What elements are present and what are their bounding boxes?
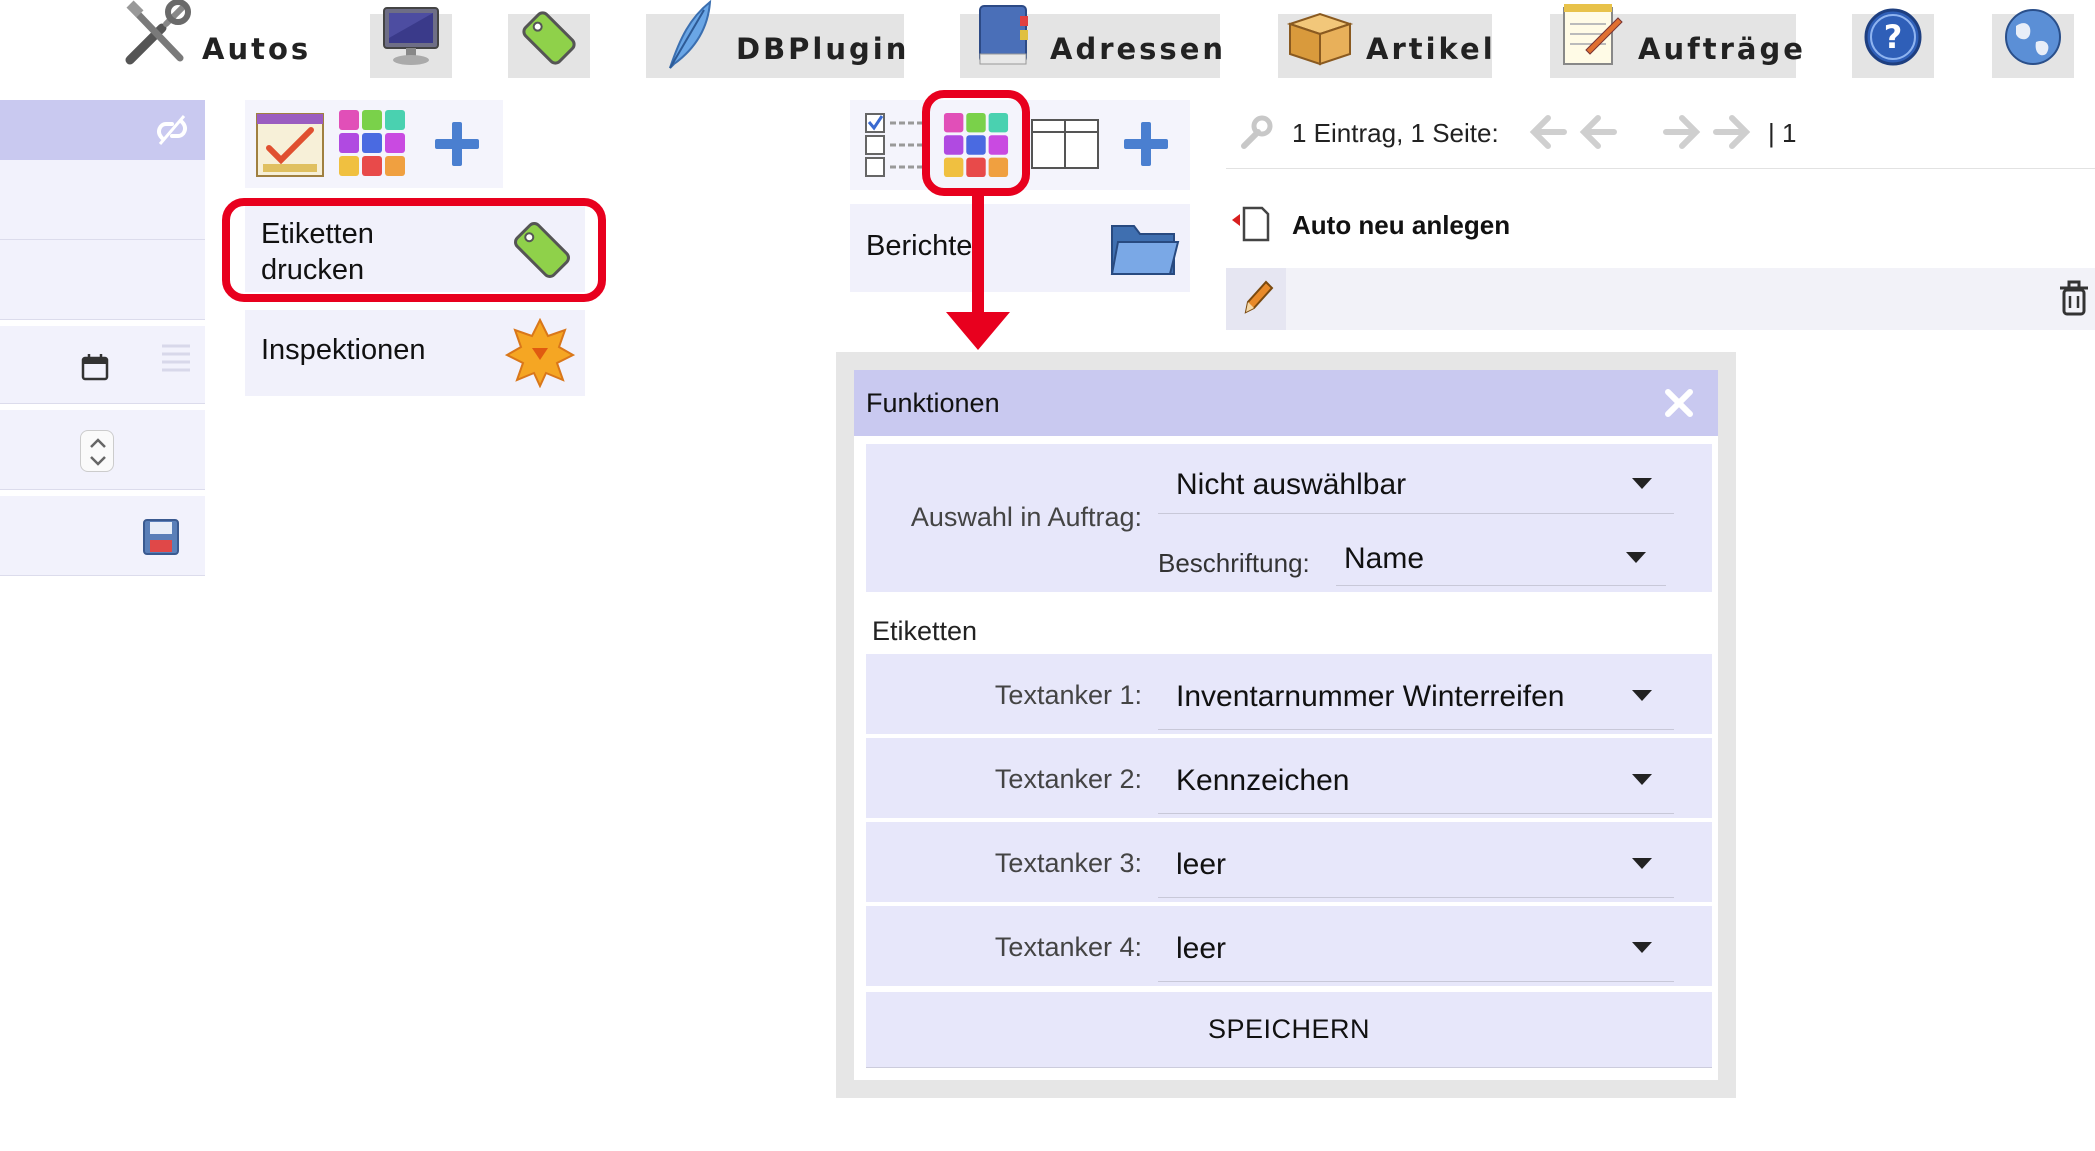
save-button[interactable]: SPEICHERN [866,992,1712,1068]
sidebar-row-3 [0,326,205,404]
chevron-updown-icon [90,438,106,466]
toolbar-dbplugin-button[interactable]: DBPlugin [646,0,906,78]
toolbar-monitor-button[interactable] [370,7,452,78]
trash-icon[interactable] [2058,280,2090,316]
view-switcher-1 [245,100,503,188]
toolbar-adressen-label: Adressen [1050,32,1227,66]
save-icon[interactable] [142,518,180,556]
highlight-etiketten [222,198,606,302]
toolbar-dbplugin-label: DBPlugin [736,32,910,66]
menu-inspektionen-label: Inspektionen [261,334,426,366]
color-grid-icon[interactable] [337,108,407,178]
sidebar-header [0,100,205,160]
section-etiketten: Etiketten [872,616,978,646]
textanker-2-select[interactable]: Kennzeichen [1158,744,1674,814]
menu-item-berichte[interactable]: Berichte [850,204,1190,292]
toolbar-autos-button[interactable]: Autos [118,0,308,80]
beschriftung-select[interactable]: Name [1336,526,1666,586]
address-book-icon [979,5,1028,65]
auswahl-select[interactable]: Nicht auswählbar [1158,452,1674,514]
toolbar-globe-button[interactable] [1992,9,2074,78]
pagination-pages: | 1 [1768,118,1797,148]
first-page-icon[interactable] [1528,114,1568,150]
toolbar-auftraege-label: Aufträge [1638,32,1806,66]
dropdown-caret-icon [1632,690,1652,701]
dropdown-caret-icon [1632,942,1652,953]
menu-item-inspektionen[interactable]: Inspektionen [245,310,585,396]
red-arrow [946,190,1010,350]
dialog-title: Funktionen [866,388,1000,418]
new-record-label: Auto neu anlegen [1292,210,1511,240]
sidebar-row-4 [0,410,205,490]
monitor-icon [383,7,439,65]
textanker-3-label: Textanker 3: [994,848,1142,878]
add-icon[interactable] [1122,120,1170,168]
divider [1226,168,2095,169]
new-document-icon [1232,206,1270,242]
toolbar-adressen-button[interactable]: Adressen [960,5,1223,78]
pencil-icon[interactable] [1240,278,1276,318]
textanker-row-1: Textanker 1: Inventarnummer Winterreifen [866,654,1712,734]
auswahl-row: Auswahl in Auftrag: Nicht auswählbar Bes… [866,444,1712,592]
textanker-1-label: Textanker 1: [994,680,1142,710]
dropdown-caret-icon [1632,774,1652,785]
toolbar-artikel-label: Artikel [1366,32,1496,66]
sidebar-row-1[interactable] [0,160,205,240]
textanker-row-3: Textanker 3: leer [866,822,1712,902]
new-record-link[interactable]: Auto neu anlegen [1232,200,1632,246]
starburst-icon [505,318,575,388]
record-row [1226,268,2095,330]
tag-icon [522,11,576,65]
textanker-2-label: Textanker 2: [994,764,1142,794]
checklist-icon[interactable] [864,110,924,180]
dialog-body: Auswahl in Auftrag: Nicht auswählbar Bes… [854,436,1718,1080]
sidebar-row-5 [0,496,205,576]
notepad-icon [1563,4,1623,65]
unlink-icon[interactable] [152,110,192,150]
toolbar-auftraege-button[interactable]: Aufträge [1550,4,1803,78]
toolbar-tag-button[interactable] [508,11,590,78]
help-icon: ? [1864,8,1922,66]
svg-text:?: ? [1884,18,1903,56]
dropdown-caret-icon [1626,552,1646,563]
close-icon[interactable] [1662,386,1696,420]
add-icon[interactable] [433,120,481,168]
textanker-1-select[interactable]: Inventarnummer Winterreifen [1158,660,1674,730]
box-icon [1286,12,1354,66]
highlight-color-grid [922,90,1030,196]
list-icon[interactable] [160,340,192,380]
textanker-row-2: Textanker 2: Kennzeichen [866,738,1712,818]
toolbar-autos-label: Autos [202,32,312,66]
globe-icon [2005,9,2061,65]
table-icon[interactable] [1030,116,1100,172]
beschriftung-label: Beschriftung: [1158,548,1310,578]
report-design-icon[interactable] [255,108,325,180]
textanker-row-4: Textanker 4: leer [866,906,1712,986]
dropdown-caret-icon [1632,478,1652,489]
textanker-4-select[interactable]: leer [1158,912,1674,982]
toolbar-artikel-button[interactable]: Artikel [1278,12,1493,78]
auswahl-label: Auswahl in Auftrag: [910,502,1142,532]
sidebar-row-2[interactable] [0,240,205,320]
sort-stepper[interactable] [80,430,114,472]
wrench-icon[interactable] [1238,114,1274,150]
functions-dialog: Funktionen Auswahl in Auftrag: Nicht aus… [836,352,1736,1098]
save-button-label: SPEICHERN [1207,1014,1371,1044]
tools-icon [125,0,191,65]
dropdown-caret-icon [1632,858,1652,869]
toolbar-help-button[interactable]: ? [1852,8,1934,78]
prev-page-icon[interactable] [1578,114,1618,150]
textanker-3-select[interactable]: leer [1158,828,1674,898]
last-page-icon[interactable] [1712,114,1752,150]
pagination-info: 1 Eintrag, 1 Seite: [1292,118,1499,148]
dialog-header: Funktionen [854,370,1718,436]
calendar-icon[interactable] [80,352,110,382]
textanker-4-label: Textanker 4: [994,932,1142,962]
next-page-icon[interactable] [1662,114,1702,150]
folder-icon [1110,225,1180,275]
feather-icon [669,0,712,69]
